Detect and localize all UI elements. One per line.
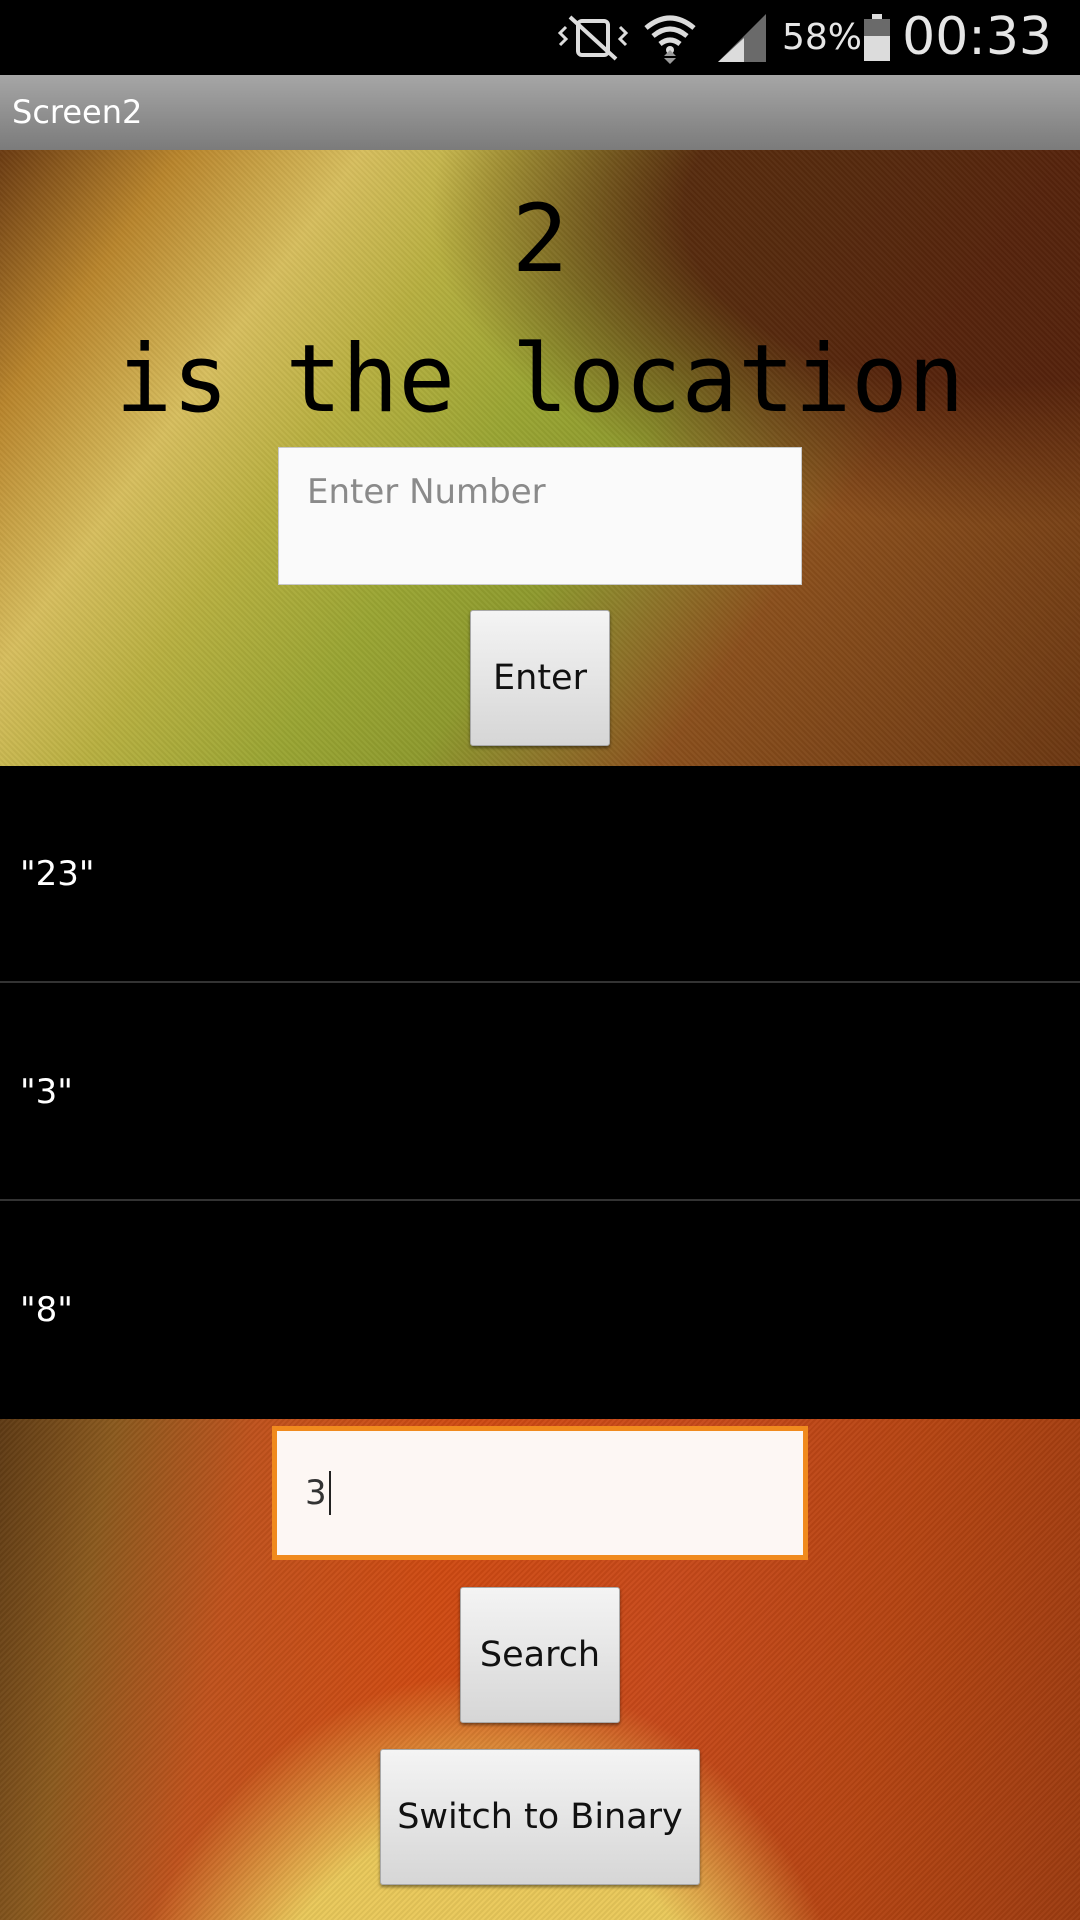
- enter-number-placeholder: Enter Number: [307, 472, 546, 512]
- status-bar: 58% 00:33: [0, 0, 1080, 75]
- result-message: is the location: [115, 325, 965, 434]
- title-bar: Screen2: [0, 75, 1080, 151]
- result-number: 2: [511, 185, 569, 294]
- enter-number-input[interactable]: Enter Number: [278, 447, 802, 585]
- screen-title: Screen2: [12, 93, 143, 131]
- vibrate-mute-icon: [556, 0, 630, 75]
- list-item-label: "3": [20, 1072, 73, 1112]
- switch-to-binary-button[interactable]: Switch to Binary: [380, 1749, 700, 1885]
- clock: 00:33: [902, 7, 1052, 67]
- battery-percent: 58%: [782, 17, 863, 58]
- search-input[interactable]: 3: [272, 1426, 808, 1560]
- enter-button[interactable]: Enter: [470, 610, 610, 746]
- signal-icon: [712, 0, 772, 75]
- search-input-value: 3: [305, 1473, 327, 1513]
- list-item[interactable]: "3": [0, 984, 1080, 1201]
- list-item[interactable]: "8": [0, 1202, 1080, 1419]
- list-item[interactable]: "23": [0, 766, 1080, 983]
- search-button[interactable]: Search: [460, 1587, 620, 1723]
- battery-icon: [862, 0, 892, 75]
- list-item-label: "23": [20, 854, 95, 894]
- text-cursor: [328, 1471, 331, 1515]
- number-list: "23" "3" "8": [0, 766, 1080, 1419]
- wifi-icon: [640, 0, 700, 75]
- list-item-label: "8": [20, 1290, 73, 1330]
